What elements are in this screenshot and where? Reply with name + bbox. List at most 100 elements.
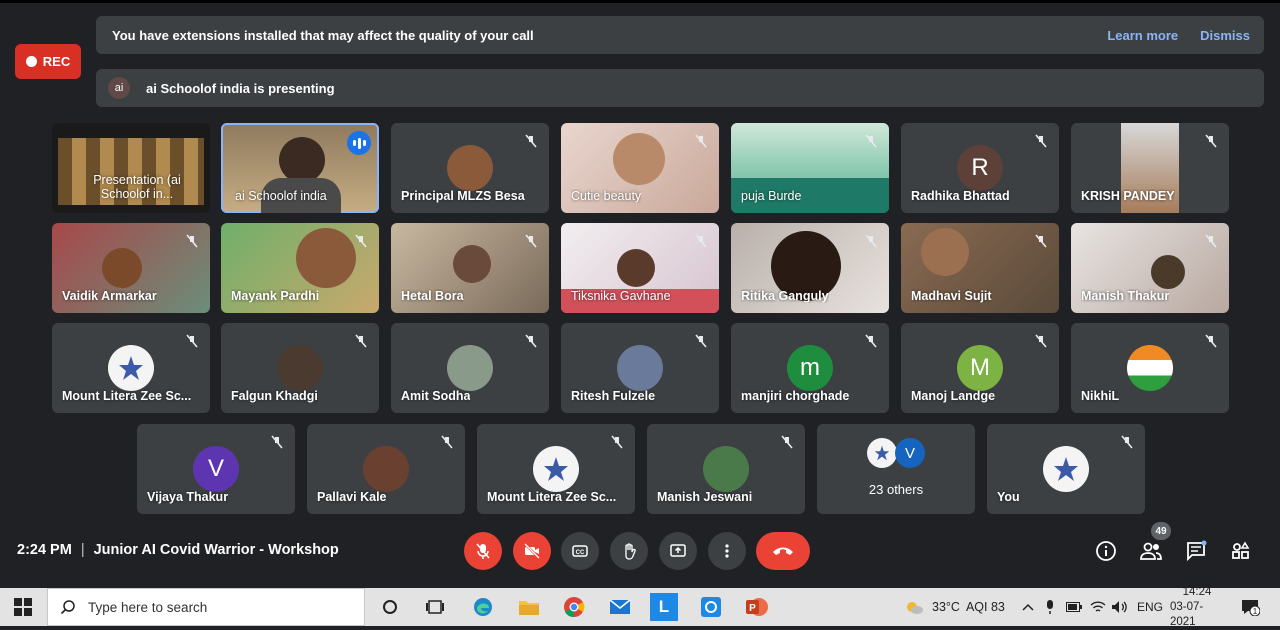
language-indicator[interactable]: ENG [1137, 588, 1163, 626]
mic-off-icon [521, 231, 541, 251]
participant-tile[interactable]: Amit Sodha [391, 323, 549, 413]
participant-name: Tiksnika Gavhane [571, 289, 671, 303]
mic-off-icon [521, 131, 541, 151]
edge-browser-icon[interactable] [471, 595, 495, 619]
present-screen-button[interactable] [659, 532, 697, 570]
participant-tile-active-speaker[interactable]: ai Schoolof india [221, 123, 379, 213]
learn-more-link[interactable]: Learn more [1107, 28, 1178, 43]
others-count: 23 others [868, 482, 924, 497]
mic-toggle-button[interactable] [464, 532, 502, 570]
more-options-button[interactable] [708, 532, 746, 570]
taskbar-search-box[interactable]: Type here to search [47, 588, 365, 626]
system-clock[interactable]: 14:24 03-07-2021 [1170, 586, 1224, 628]
mic-off-icon [437, 432, 457, 452]
participant-tile[interactable]: Mount Litera Zee Sc... [477, 424, 635, 514]
svg-text:CC: CC [576, 550, 585, 556]
leave-call-button[interactable] [756, 532, 810, 570]
app-l-icon[interactable]: L [650, 593, 678, 621]
notifications-icon[interactable]: 1 [1240, 588, 1260, 626]
dismiss-button[interactable]: Dismiss [1200, 28, 1250, 43]
participant-tile[interactable]: Ritika Ganguly [731, 223, 889, 313]
app-blue-icon[interactable] [699, 595, 723, 619]
participant-name: Ritika Ganguly [741, 289, 829, 303]
raise-hand-button[interactable] [610, 532, 648, 570]
participant-name: Mount Litera Zee Sc... [487, 490, 617, 504]
extensions-warning-text: You have extensions installed that may a… [112, 27, 534, 43]
participant-avatar: V [193, 446, 239, 492]
cortana-icon[interactable] [378, 595, 402, 619]
mic-off-icon [691, 131, 711, 151]
participant-tile[interactable]: KRISH PANDEY [1071, 123, 1229, 213]
participant-tile[interactable]: Manish Thakur [1071, 223, 1229, 313]
rec-label: REC [42, 54, 71, 69]
task-view-icon[interactable] [423, 595, 447, 619]
participant-tile[interactable]: puja Burde [731, 123, 889, 213]
participant-name: Hetal Bora [401, 289, 464, 303]
participant-tile[interactable]: Vaidik Armarkar [52, 223, 210, 313]
camera-toggle-button[interactable] [513, 532, 551, 570]
top-edge [0, 0, 1280, 3]
battery-icon[interactable] [1066, 588, 1082, 626]
participant-name: Mayank Pardhi [231, 289, 320, 303]
participant-tile[interactable]: Presentation (ai Schoolof in... [52, 123, 210, 213]
participant-name: Amit Sodha [401, 389, 471, 403]
participant-tile[interactable]: Principal MLZS Besa [391, 123, 549, 213]
participant-tile[interactable]: M Manoj Landge [901, 323, 1059, 413]
meeting-info: 2:24 PM | Junior AI Covid Warrior - Worksh… [17, 542, 339, 558]
speaking-indicator-icon [347, 131, 371, 155]
extensions-warning-banner: You have extensions installed that may a… [96, 16, 1264, 54]
chrome-icon[interactable] [562, 595, 586, 619]
show-hidden-icons-chevron-icon[interactable] [1022, 588, 1034, 626]
mic-off-icon [861, 231, 881, 251]
microphone-icon[interactable] [1045, 588, 1055, 626]
captions-button[interactable]: CC [561, 532, 599, 570]
participant-tile[interactable]: V Vijaya Thakur [137, 424, 295, 514]
participant-tile[interactable]: Tiksnika Gavhane [561, 223, 719, 313]
participant-tile[interactable]: m manjiri chorghade [731, 323, 889, 413]
record-dot-icon [25, 56, 37, 67]
mic-off-icon [351, 231, 371, 251]
mic-off-icon [691, 331, 711, 351]
file-explorer-icon[interactable] [517, 595, 541, 619]
participant-name: Vaidik Armarkar [62, 289, 157, 303]
participant-name: Manoj Landge [911, 389, 996, 403]
weather-widget[interactable]: 33°C AQI 83 [904, 588, 1005, 626]
participant-tile[interactable]: Hetal Bora [391, 223, 549, 313]
participant-avatar [1127, 345, 1173, 391]
activities-icon[interactable] [1228, 538, 1254, 564]
participant-tile[interactable]: Pallavi Kale [307, 424, 465, 514]
meeting-details-icon[interactable] [1093, 538, 1119, 564]
mic-off-icon [777, 432, 797, 452]
participant-tile[interactable]: Falgun Khadgi [221, 323, 379, 413]
participant-tile[interactable]: R Radhika Bhattad [901, 123, 1059, 213]
participant-video [102, 248, 142, 288]
mail-icon[interactable] [608, 595, 632, 619]
participant-tile[interactable]: Madhavi Sujit [901, 223, 1059, 313]
participant-video [296, 228, 356, 288]
participant-tile[interactable]: Mayank Pardhi [221, 223, 379, 313]
participant-tile[interactable]: Ritesh Fulzele [561, 323, 719, 413]
windows-start-icon[interactable] [11, 595, 35, 619]
participant-video [1151, 255, 1185, 289]
participant-tile[interactable]: Cutie beauty [561, 123, 719, 213]
participant-tile[interactable]: Manish Jeswani [647, 424, 805, 514]
volume-icon[interactable] [1111, 588, 1129, 626]
mic-off-icon [1031, 331, 1051, 351]
wifi-icon[interactable] [1090, 588, 1106, 626]
meeting-title: Junior AI Covid Warrior - Workshop [93, 542, 339, 558]
participant-avatar [447, 145, 493, 191]
participant-tile[interactable]: NikhiL [1071, 323, 1229, 413]
people-icon[interactable] [1138, 538, 1164, 564]
school-logo-avatar [867, 438, 897, 468]
self-tile[interactable]: You [987, 424, 1145, 514]
participant-video [921, 228, 969, 276]
recording-indicator: REC [15, 44, 81, 79]
mic-off-icon [1031, 131, 1051, 151]
others-tile[interactable]: V 23 others [817, 424, 975, 514]
chat-icon[interactable] [1183, 538, 1209, 564]
participant-tile[interactable]: Mount Litera Zee Sc... [52, 323, 210, 413]
participant-name: ai Schoolof india [235, 189, 327, 203]
presenting-text: ai Schoolof india is presenting [146, 80, 335, 96]
mic-off-icon [1117, 432, 1137, 452]
powerpoint-icon[interactable]: P [745, 595, 769, 619]
